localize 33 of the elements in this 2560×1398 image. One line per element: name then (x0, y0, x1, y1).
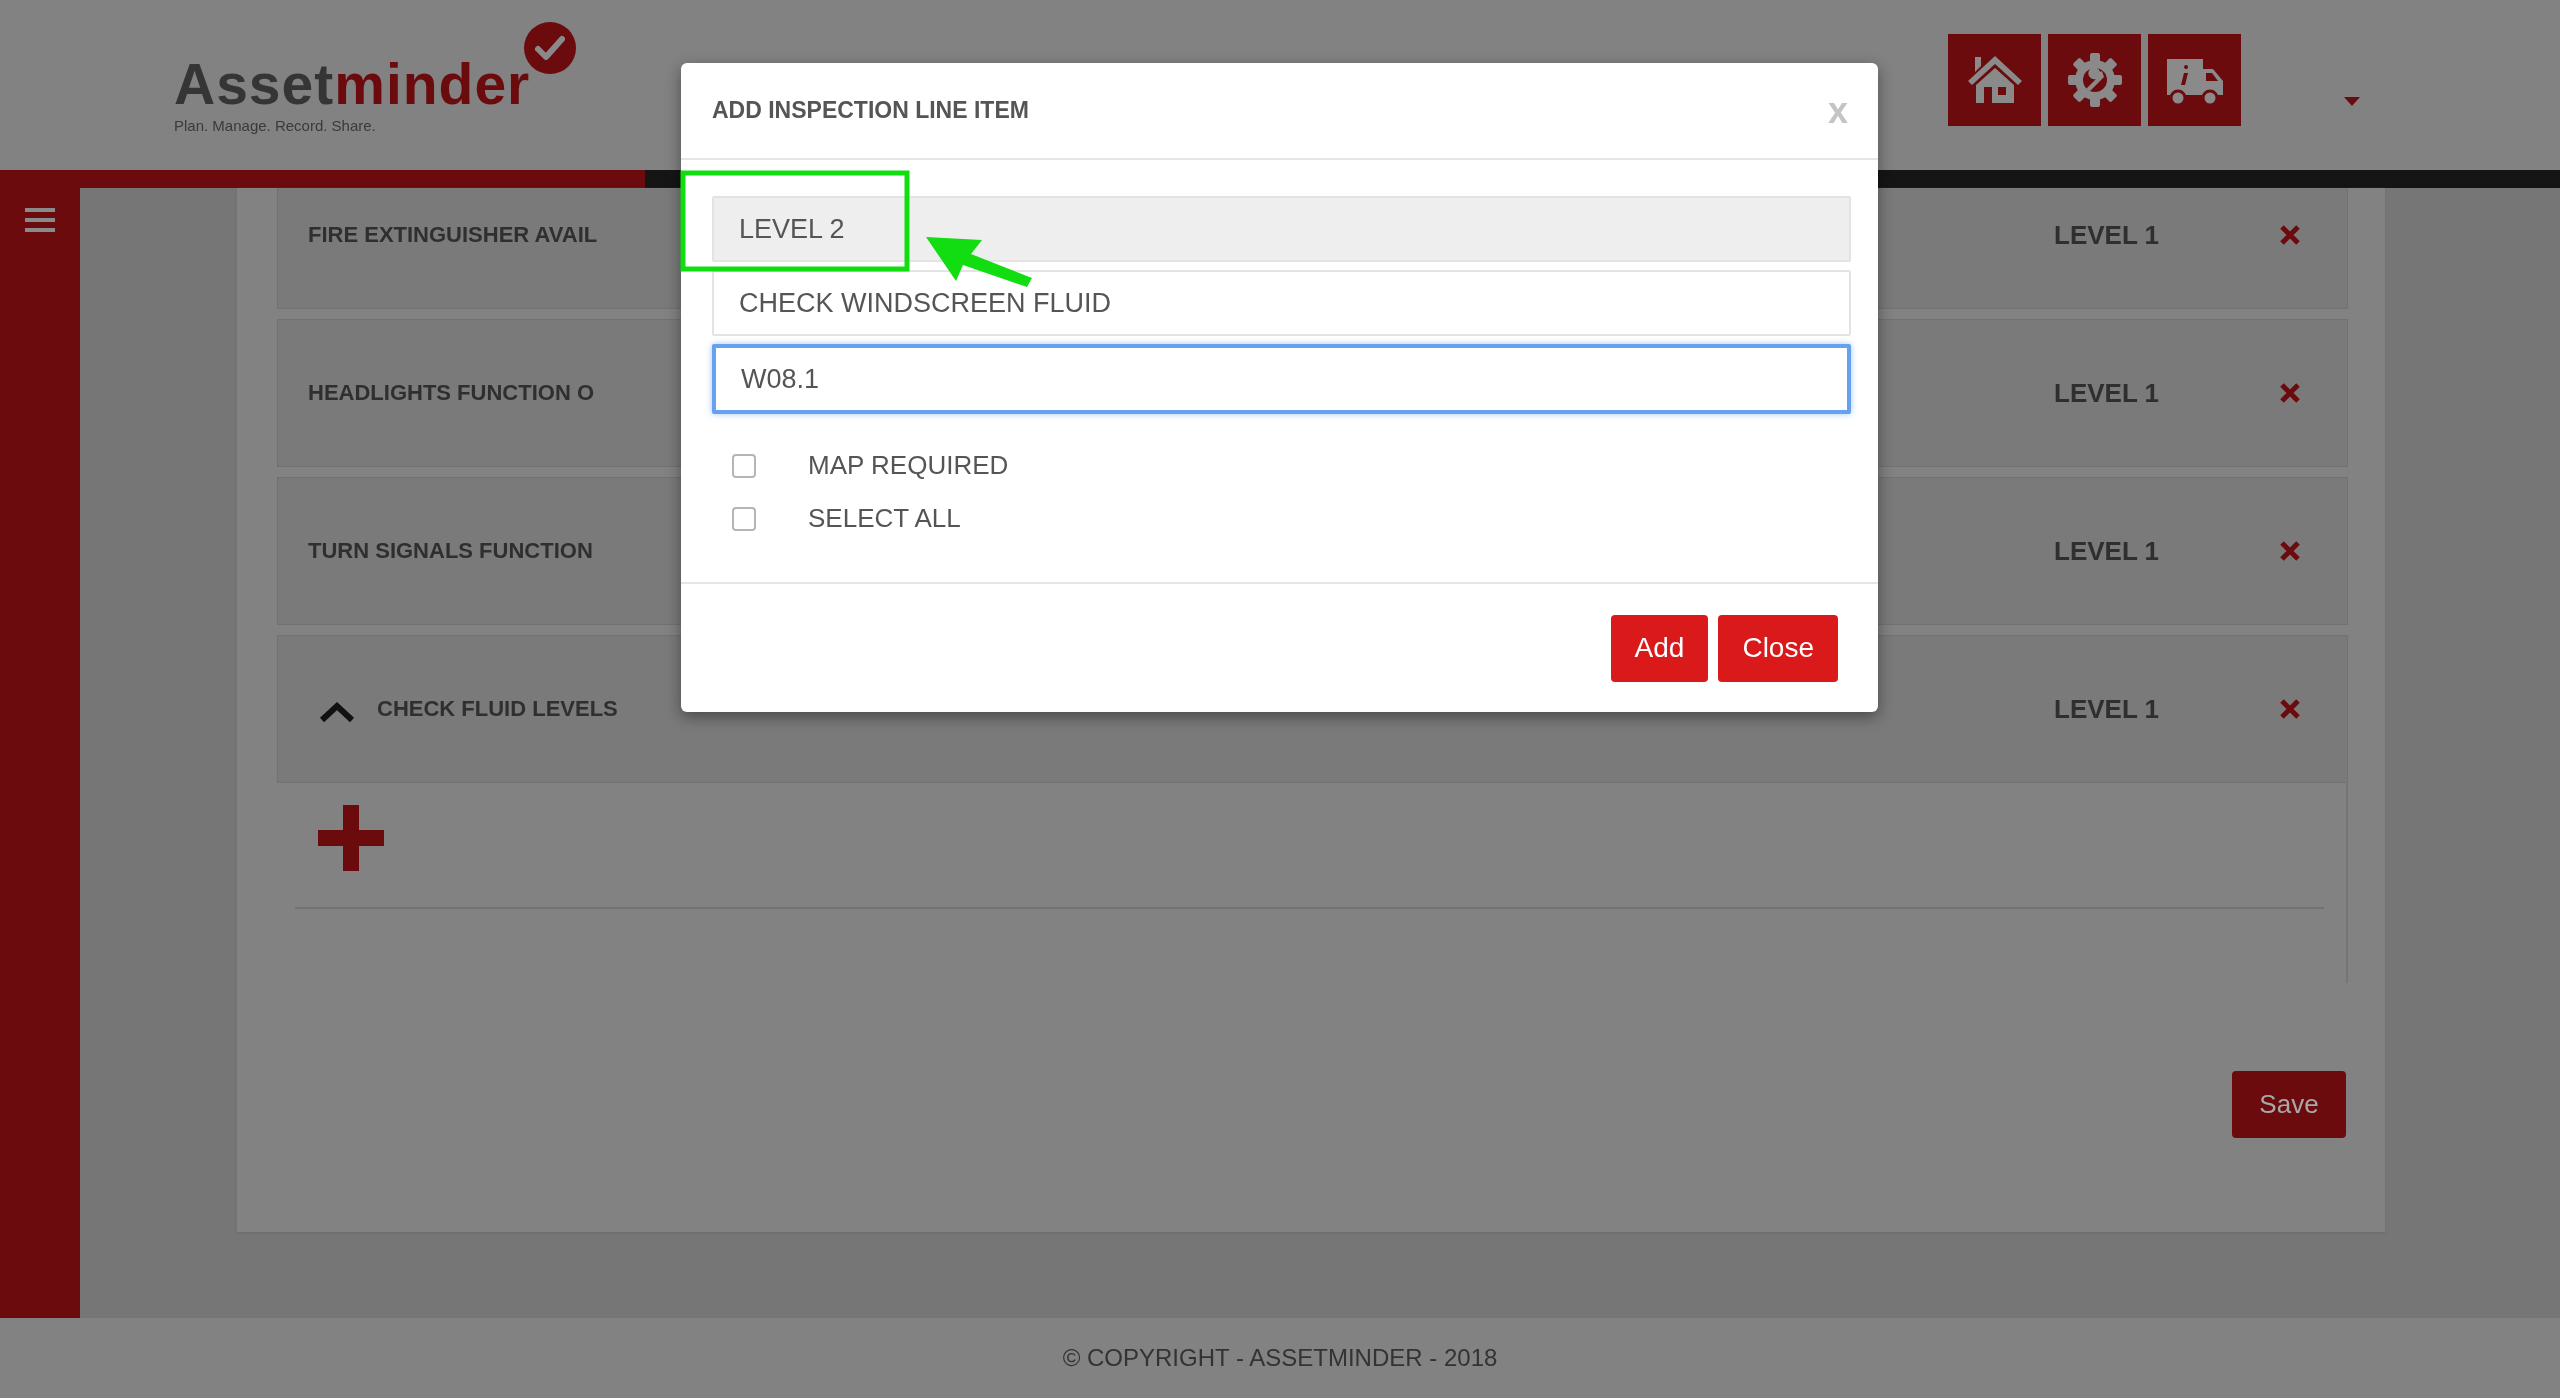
level-label: LEVEL 1 (2054, 535, 2160, 567)
chevron-up-icon[interactable] (319, 701, 355, 723)
level-label: LEVEL 1 (2054, 377, 2160, 409)
caret-icon[interactable] (2344, 97, 2360, 106)
remove-icon[interactable] (2279, 382, 2301, 404)
row-title: CHECK FLUID LEVELS (377, 696, 618, 722)
input-field[interactable]: CHECK WINDSCREEN FLUID (712, 270, 1851, 336)
checkbox[interactable] (732, 453, 756, 478)
plus-icon[interactable] (318, 805, 384, 871)
nav-button[interactable] (2048, 34, 2141, 126)
dialog-button[interactable]: Add (1610, 614, 1709, 682)
logo-wordmark: Assetminder (174, 56, 531, 113)
nav-button[interactable] (2148, 34, 2241, 126)
save-button[interactable]: Save (2232, 1071, 2346, 1138)
level-label: LEVEL 1 (2054, 693, 2160, 725)
input-field[interactable]: LEVEL 2 (712, 196, 1851, 262)
input-field[interactable]: W08.1 (712, 344, 1851, 414)
menu-icon[interactable] (25, 208, 55, 232)
remove-icon[interactable] (2279, 540, 2301, 562)
row-title: TURN SIGNALS FUNCTION (308, 538, 593, 564)
row-title: HEADLIGHTS FUNCTION O (308, 380, 594, 406)
checkbox-label: SELECT ALL (808, 503, 961, 534)
logo-tagline: Plan. Manage. Record. Share. (174, 117, 377, 134)
checkbox[interactable] (732, 506, 756, 531)
checkbox-label: MAP REQUIRED (808, 450, 1009, 481)
copyright-text: © COPYRIGHT - ASSETMINDER - 2018 (1062, 1344, 1498, 1372)
level-label: LEVEL 1 (2054, 219, 2160, 251)
nav-button[interactable] (1948, 34, 2041, 126)
dialog-button[interactable]: Close (1718, 614, 1838, 682)
dialog-title: ADD INSPECTION LINE ITEM (712, 97, 1030, 124)
row-title: FIRE EXTINGUISHER AVAIL (308, 222, 598, 248)
remove-icon[interactable] (2279, 698, 2301, 720)
remove-icon[interactable] (2279, 224, 2301, 246)
